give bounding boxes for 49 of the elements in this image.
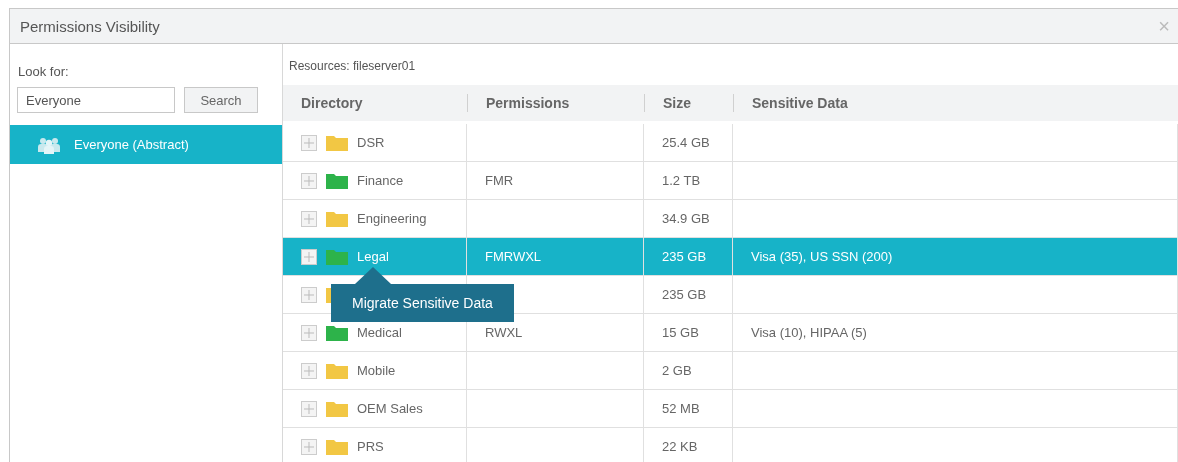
directory-name: Engineering (357, 211, 427, 226)
expand-icon[interactable] (301, 362, 317, 379)
result-label: Everyone (Abstract) (74, 137, 189, 152)
search-field[interactable]: Everyone (17, 87, 175, 113)
tooltip-pointer (355, 267, 391, 284)
permissions-cell: FMRWXL (485, 249, 542, 264)
search-button[interactable]: Search (184, 87, 258, 113)
expand-icon[interactable] (301, 210, 317, 227)
column-header[interactable]: Size (644, 94, 733, 112)
sensitive-data-cell: Visa (35), US SSN (200) (751, 249, 893, 264)
expand-icon[interactable] (301, 172, 317, 189)
directory-name: Finance (357, 173, 404, 188)
size-cell: 52 MB (662, 401, 700, 416)
window-title: Permissions Visibility (20, 17, 160, 35)
size-cell: 235 GB (662, 249, 707, 264)
expand-icon[interactable] (301, 134, 317, 151)
directory-name: PRS (357, 439, 384, 454)
table-row[interactable]: Finance FMR 1.2 TB (283, 162, 1178, 200)
permissions-cell: FMR (485, 173, 514, 188)
table-row[interactable]: Mobile 2 GB (283, 352, 1178, 390)
directory-name: Medical (357, 325, 402, 340)
permissions-cell: RWXL (485, 325, 523, 340)
sensitive-data-cell: Visa (10), HIPAA (5) (751, 325, 867, 340)
directory-name: Mobile (357, 363, 396, 378)
expand-icon[interactable] (301, 438, 317, 455)
table-row[interactable]: Medical RWXL 15 GB Visa (10), HIPAA (5) (283, 314, 1178, 352)
size-cell: 235 GB (662, 287, 707, 302)
size-cell: 22 KB (662, 439, 698, 454)
size-cell: 2 GB (662, 363, 692, 378)
expand-icon[interactable] (301, 324, 317, 341)
resources-label: Resources: fileserver01 (288, 58, 417, 75)
column-header[interactable]: Sensitive Data (733, 94, 1178, 112)
size-cell: 15 GB (662, 325, 699, 340)
expand-icon[interactable] (301, 400, 317, 417)
table-row[interactable]: DSR 25.4 GB (283, 124, 1178, 162)
directory-name: DSR (357, 135, 385, 150)
expand-icon[interactable] (301, 248, 317, 265)
user-group-icon (38, 135, 60, 154)
expand-icon[interactable] (301, 286, 317, 303)
size-cell: 1.2 TB (662, 173, 701, 188)
column-header[interactable]: Permissions (467, 94, 644, 112)
table-row[interactable]: Engineering 34.9 GB (283, 200, 1178, 238)
directory-name: Legal (357, 249, 389, 264)
size-cell: 34.9 GB (662, 211, 710, 226)
look-for-label: Look for: (17, 63, 70, 79)
size-cell: 25.4 GB (662, 135, 710, 150)
directory-name: OEM Sales (357, 401, 423, 416)
table-row[interactable]: OEM Sales 52 MB (283, 390, 1178, 428)
column-header[interactable]: Directory (283, 94, 467, 112)
